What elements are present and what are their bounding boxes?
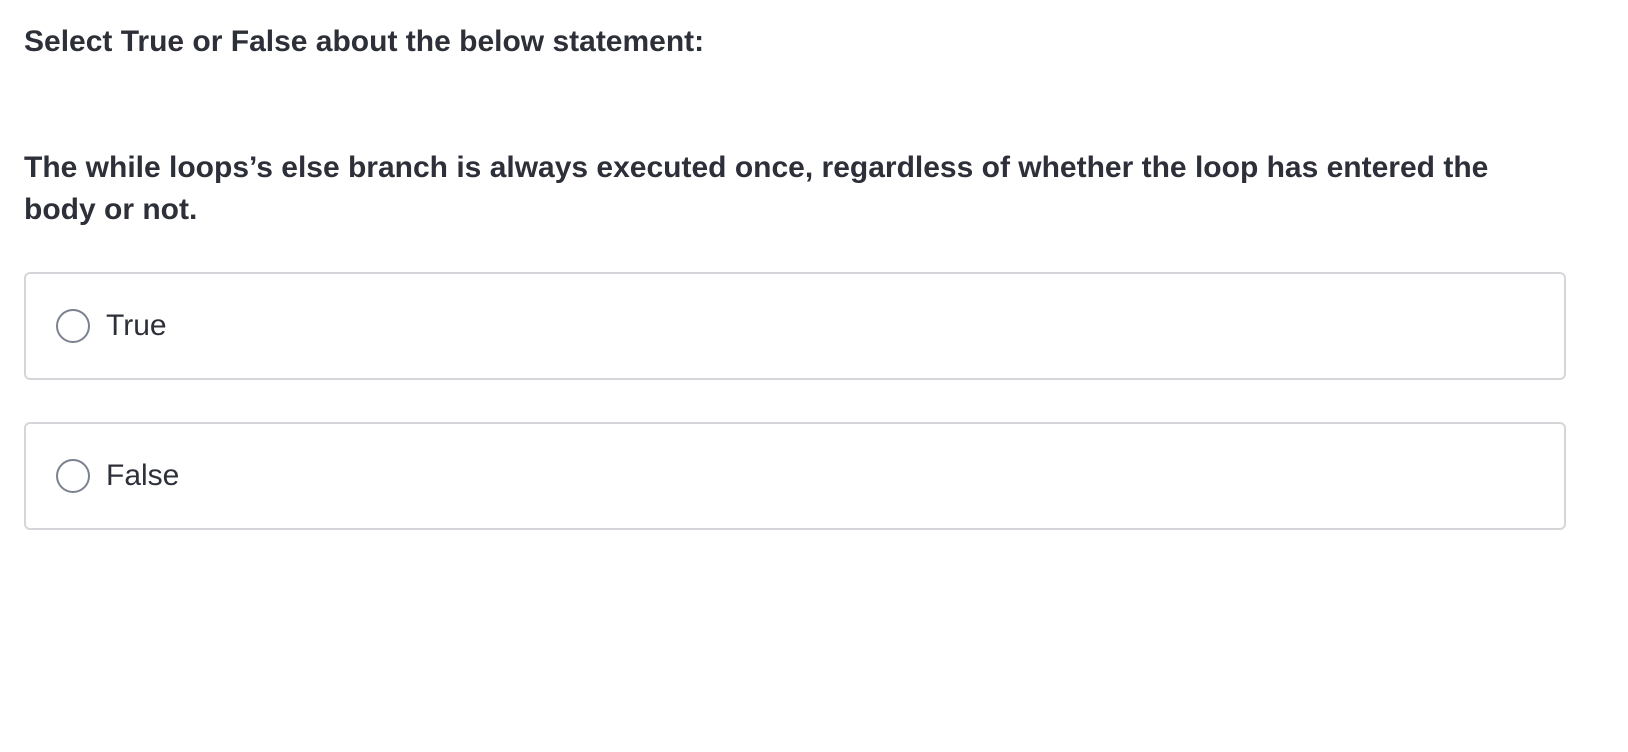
option-false[interactable]: False — [24, 422, 1566, 530]
question-statement: The while loops’s else branch is always … — [24, 151, 1489, 226]
option-label-true: True — [106, 309, 167, 342]
radio-button-false[interactable] — [56, 459, 90, 493]
answer-options: True False — [24, 272, 1566, 572]
option-label-false: False — [106, 459, 180, 492]
question-instruction: Select True or False about the below sta… — [24, 25, 705, 58]
option-true[interactable]: True — [24, 272, 1566, 380]
radio-button-true[interactable] — [56, 309, 90, 343]
